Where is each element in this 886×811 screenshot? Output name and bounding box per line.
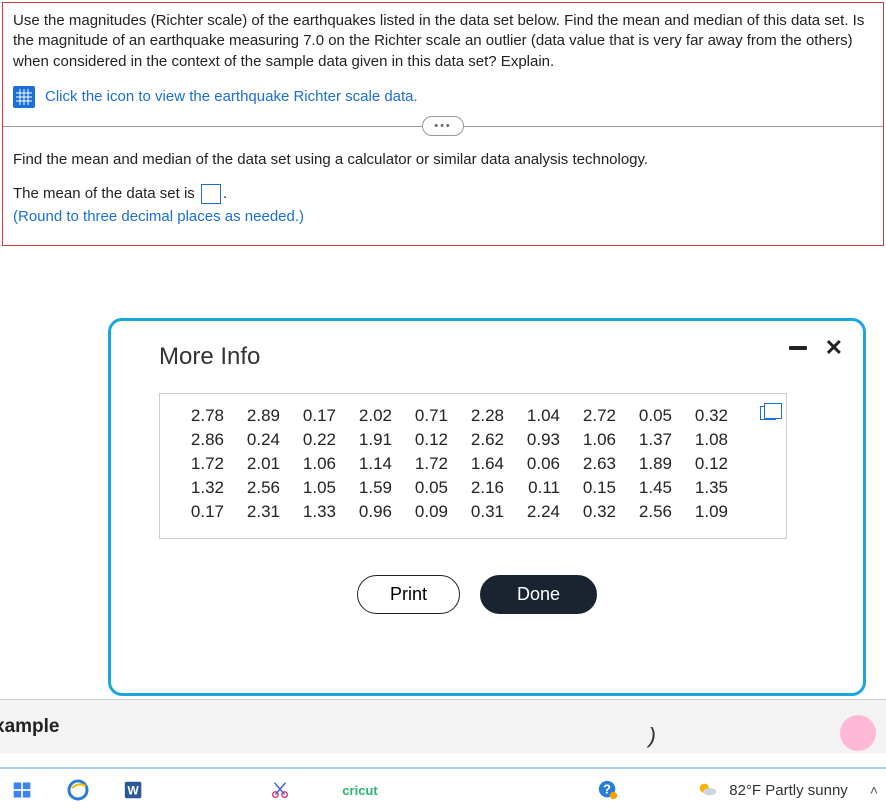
- copy-icon[interactable]: [760, 406, 776, 420]
- table-row: 2.782.890.172.020.712.281.042.720.050.32: [176, 406, 770, 426]
- answer-input[interactable]: [201, 184, 221, 204]
- table-cell: 0.93: [512, 430, 568, 450]
- table-cell: 2.56: [232, 478, 288, 498]
- table-cell: 2.24: [512, 502, 568, 522]
- table-cell: 2.31: [232, 502, 288, 522]
- table-cell: 1.91: [344, 430, 400, 450]
- table-cell: 0.11: [512, 478, 568, 498]
- table-cell: 0.15: [568, 478, 624, 498]
- table-cell: 0.05: [624, 406, 680, 426]
- paren-decoration: ): [649, 723, 656, 749]
- table-cell: 2.62: [456, 430, 512, 450]
- table-cell: 0.24: [232, 430, 288, 450]
- taskbar-right: 82°F Partly sunny ˄: [693, 776, 878, 804]
- table-cell: 1.09: [680, 502, 736, 522]
- table-icon[interactable]: [13, 86, 35, 108]
- table-cell: 2.89: [232, 406, 288, 426]
- print-button[interactable]: Print: [357, 575, 460, 614]
- table-cell: 2.78: [176, 406, 232, 426]
- table-cell: 1.33: [288, 502, 344, 522]
- table-cell: 1.14: [344, 454, 400, 474]
- modal-header: More Info ✕: [159, 337, 843, 393]
- table-cell: 1.89: [624, 454, 680, 474]
- more-dots-icon[interactable]: •••: [422, 116, 464, 136]
- table-cell: 2.28: [456, 406, 512, 426]
- table-cell: 1.72: [400, 454, 456, 474]
- data-link-row: Click the icon to view the earthquake Ri…: [13, 86, 873, 108]
- page-footer-strip: xample: [0, 699, 886, 753]
- table-cell: 0.06: [512, 454, 568, 474]
- taskbar: W cricut ? 82°F Partly sunny ˄: [0, 767, 886, 811]
- table-cell: 0.17: [176, 502, 232, 522]
- modal-title: More Info: [159, 343, 260, 371]
- table-row: 2.860.240.221.910.122.620.931.061.371.08: [176, 430, 770, 450]
- table-cell: 1.08: [680, 430, 736, 450]
- table-cell: 0.32: [680, 406, 736, 426]
- table-cell: 0.32: [568, 502, 624, 522]
- table-cell: 2.56: [624, 502, 680, 522]
- table-row: 1.722.011.061.141.721.640.062.631.890.12: [176, 454, 770, 474]
- table-cell: 2.63: [568, 454, 624, 474]
- table-row: 1.322.561.051.590.052.160.110.151.451.35: [176, 478, 770, 498]
- table-cell: 1.45: [624, 478, 680, 498]
- table-cell: 1.06: [568, 430, 624, 450]
- table-cell: 2.86: [176, 430, 232, 450]
- svg-text:W: W: [127, 784, 139, 798]
- round-note: (Round to three decimal places as needed…: [13, 208, 873, 225]
- answer-line: The mean of the data set is .: [13, 184, 873, 204]
- example-label-partial: xample: [0, 716, 59, 738]
- instruction-text: Find the mean and median of the data set…: [13, 151, 873, 168]
- table-cell: 1.64: [456, 454, 512, 474]
- table-row: 0.172.311.330.960.090.312.240.322.561.09: [176, 502, 770, 522]
- help-icon[interactable]: ?: [594, 776, 622, 804]
- minimize-icon[interactable]: [789, 346, 807, 350]
- table-cell: 1.35: [680, 478, 736, 498]
- word-icon[interactable]: W: [120, 776, 148, 804]
- answer-suffix: .: [223, 185, 227, 202]
- modal-controls: ✕: [789, 337, 843, 359]
- weather-text[interactable]: 82°F Partly sunny: [729, 782, 848, 799]
- table-cell: 2.72: [568, 406, 624, 426]
- table-cell: 0.09: [400, 502, 456, 522]
- table-cell: 1.37: [624, 430, 680, 450]
- data-link-text[interactable]: Click the icon to view the earthquake Ri…: [45, 88, 418, 105]
- table-cell: 1.59: [344, 478, 400, 498]
- table-cell: 1.06: [288, 454, 344, 474]
- chevron-up-icon[interactable]: ˄: [870, 782, 878, 798]
- table-cell: 0.22: [288, 430, 344, 450]
- app-icon-1[interactable]: [8, 776, 36, 804]
- close-icon[interactable]: ✕: [825, 337, 843, 359]
- table-cell: 1.32: [176, 478, 232, 498]
- taskbar-left: W cricut: [8, 776, 374, 804]
- svg-text:?: ?: [603, 782, 611, 797]
- table-cell: 0.12: [680, 454, 736, 474]
- cricut-icon[interactable]: cricut: [346, 776, 374, 804]
- table-cell: 1.04: [512, 406, 568, 426]
- table-cell: 2.02: [344, 406, 400, 426]
- table-cell: 0.31: [456, 502, 512, 522]
- done-button[interactable]: Done: [480, 575, 597, 614]
- table-cell: 0.71: [400, 406, 456, 426]
- data-table: 2.782.890.172.020.712.281.042.720.050.32…: [159, 393, 787, 539]
- answer-prefix: The mean of the data set is: [13, 185, 195, 202]
- table-cell: 2.01: [232, 454, 288, 474]
- table-cell: 1.05: [288, 478, 344, 498]
- weather-icon[interactable]: [693, 776, 721, 804]
- table-cell: 2.16: [456, 478, 512, 498]
- snip-icon[interactable]: [266, 776, 294, 804]
- table-cell: 0.96: [344, 502, 400, 522]
- table-cell: 0.12: [400, 430, 456, 450]
- assistant-bubble-icon[interactable]: [840, 715, 876, 751]
- table-cell: 1.72: [176, 454, 232, 474]
- table-cell: 0.17: [288, 406, 344, 426]
- question-container: Use the magnitudes (Richter scale) of th…: [2, 2, 884, 246]
- more-info-modal: More Info ✕ 2.782.890.172.020.712.281.04…: [108, 318, 866, 696]
- modal-button-row: Print Done: [111, 575, 843, 614]
- table-cell: 0.05: [400, 478, 456, 498]
- ie-icon[interactable]: [64, 776, 92, 804]
- question-text: Use the magnitudes (Richter scale) of th…: [13, 11, 873, 72]
